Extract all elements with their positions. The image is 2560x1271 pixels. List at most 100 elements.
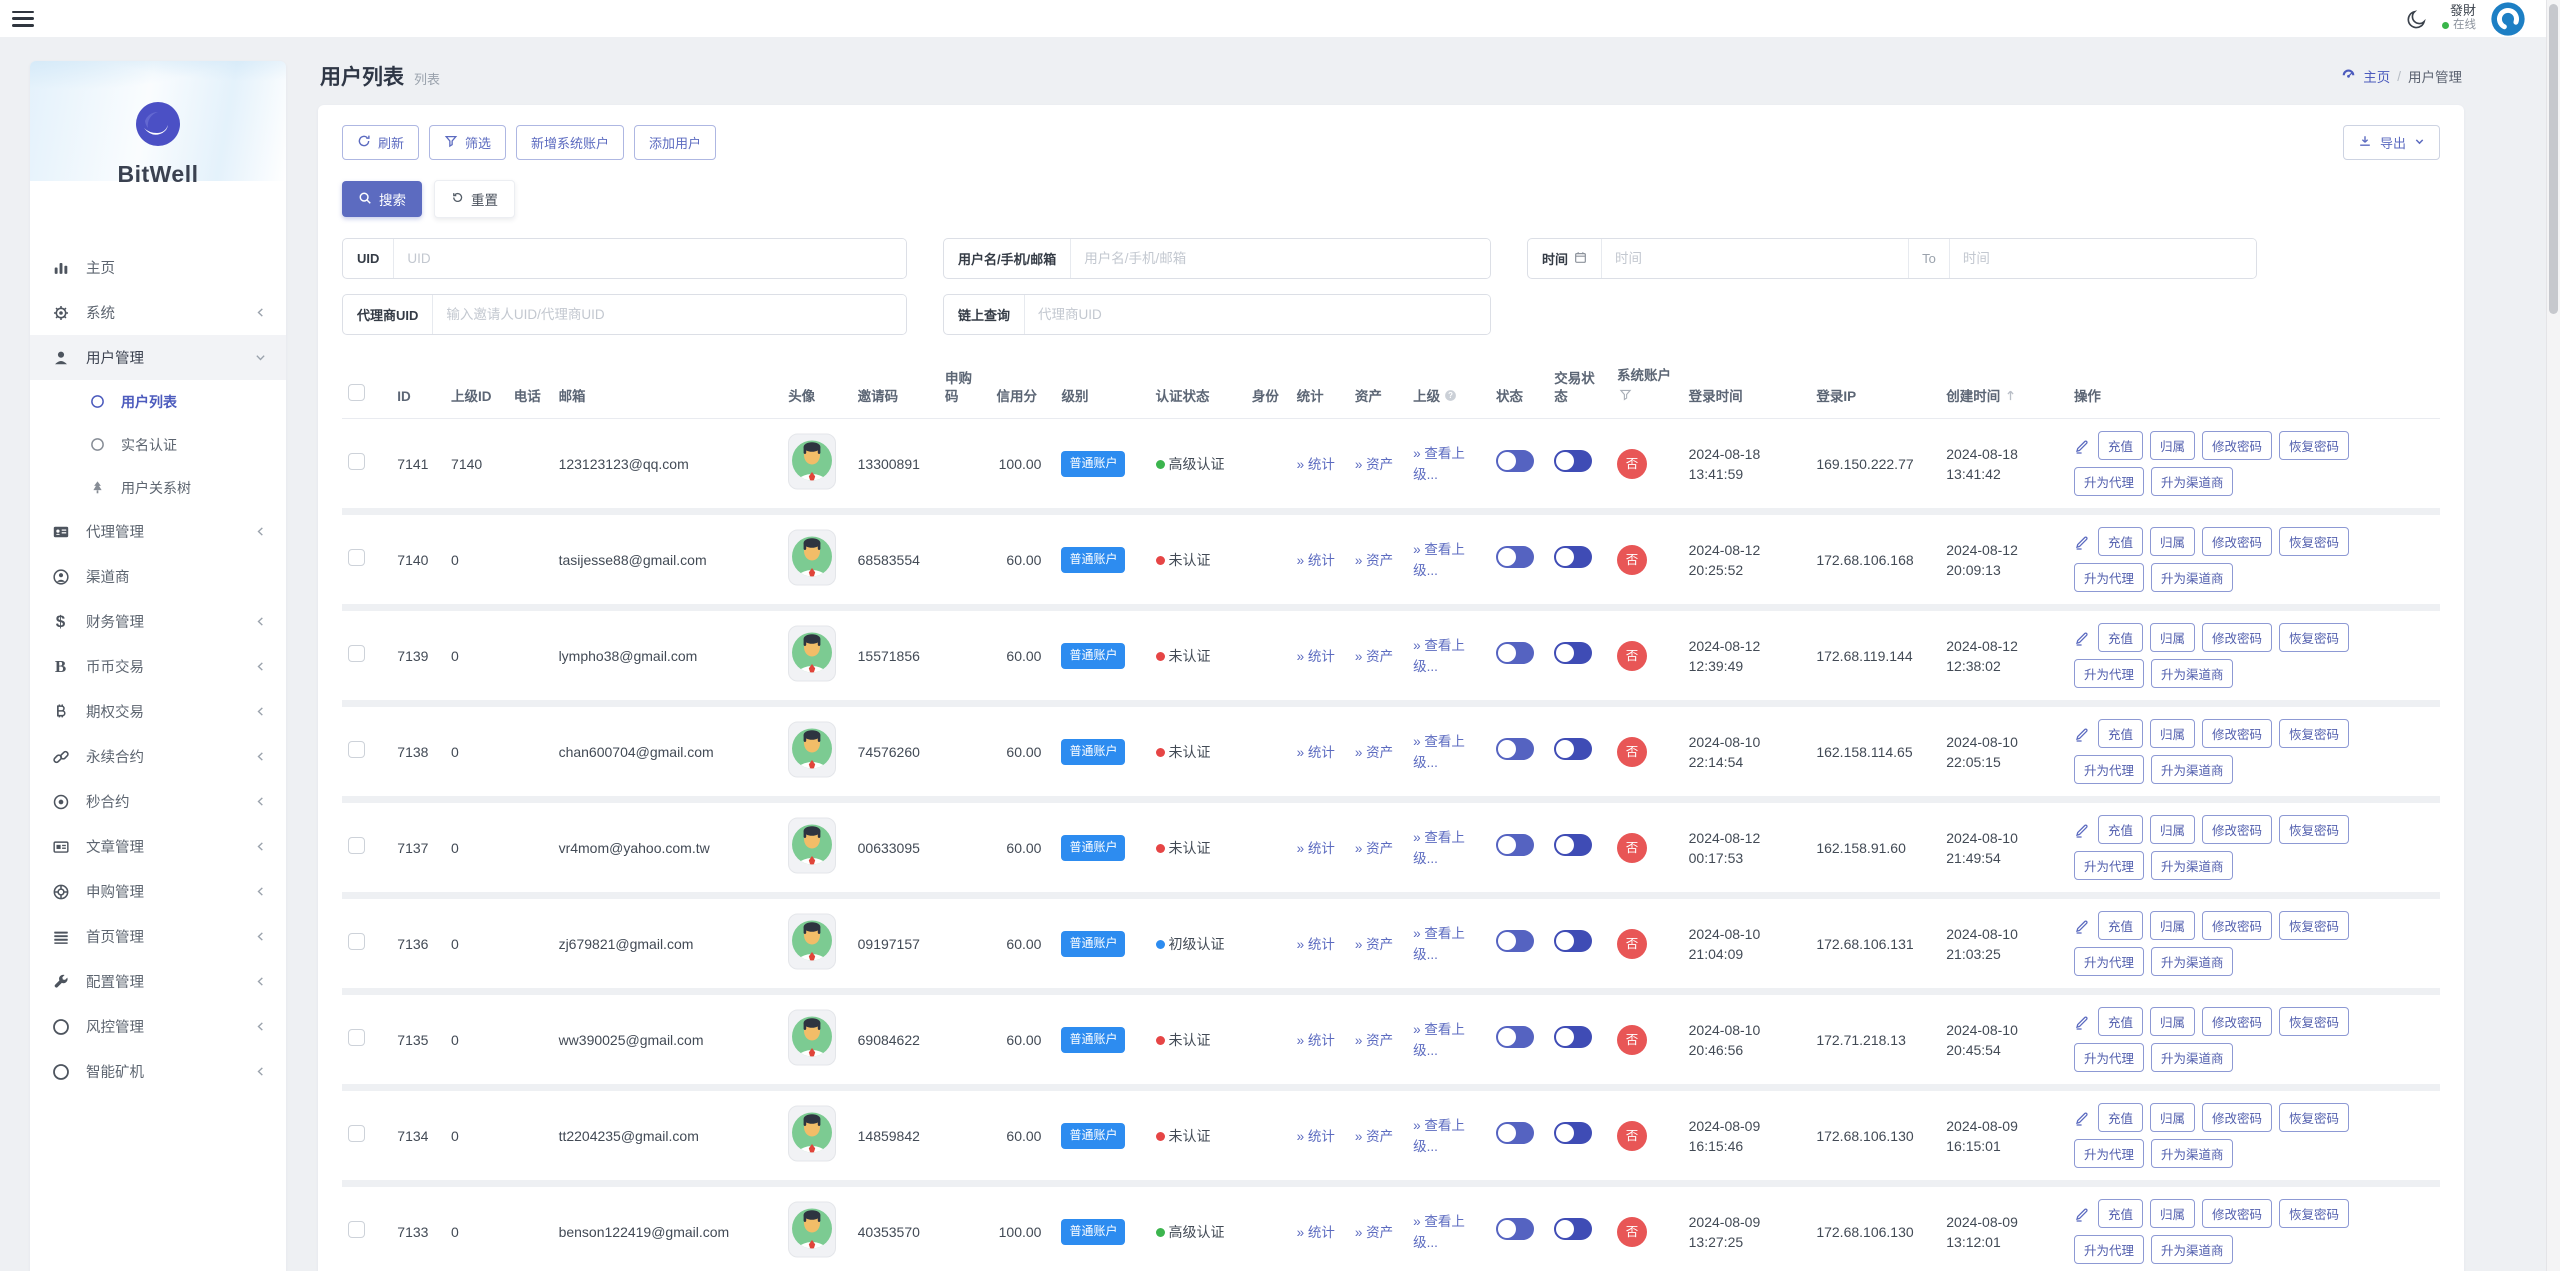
- stats-link[interactable]: » 统计: [1297, 745, 1335, 760]
- trade-status-toggle[interactable]: [1554, 450, 1593, 473]
- stats-link[interactable]: » 统计: [1297, 1033, 1335, 1048]
- sidebar-item[interactable]: 系统: [30, 290, 286, 335]
- action-button[interactable]: 充值: [2097, 1199, 2143, 1229]
- edit-icon[interactable]: [2074, 630, 2090, 646]
- sidebar-subitem[interactable]: 用户列表: [30, 380, 286, 423]
- action-button[interactable]: 归属: [2149, 1007, 2195, 1037]
- trade-status-toggle[interactable]: [1554, 1026, 1593, 1049]
- status-toggle[interactable]: [1496, 546, 1534, 569]
- action-button[interactable]: 归属: [2149, 911, 2195, 941]
- action-button[interactable]: 修改密码: [2201, 1103, 2272, 1133]
- action-button[interactable]: 升为代理: [2073, 563, 2144, 593]
- action-button[interactable]: 充值: [2097, 1007, 2143, 1037]
- assets-link[interactable]: » 资产: [1355, 745, 1393, 760]
- action-button[interactable]: 恢复密码: [2278, 623, 2349, 653]
- filter-icon[interactable]: [1619, 388, 1677, 406]
- sidebar-subitem[interactable]: 用户关系树: [30, 466, 286, 509]
- status-toggle[interactable]: [1496, 450, 1534, 473]
- uid-input[interactable]: [394, 239, 906, 278]
- trade-status-toggle[interactable]: [1554, 834, 1593, 857]
- action-button[interactable]: 恢复密码: [2278, 1103, 2349, 1133]
- row-checkbox[interactable]: [348, 1028, 365, 1046]
- action-button[interactable]: 充值: [2097, 527, 2143, 557]
- sidebar-item[interactable]: 首页管理: [30, 914, 286, 959]
- action-button[interactable]: 恢复密码: [2278, 719, 2349, 749]
- sidebar-item[interactable]: $ 财务管理: [30, 599, 286, 644]
- user-avatar[interactable]: [2490, 1, 2526, 37]
- status-toggle[interactable]: [1496, 1218, 1534, 1241]
- view-parent-link[interactable]: » 查看上级...: [1413, 446, 1465, 482]
- action-button[interactable]: 充值: [2097, 1103, 2143, 1133]
- onchain-input[interactable]: [1025, 295, 1490, 334]
- view-parent-link[interactable]: » 查看上级...: [1413, 734, 1465, 770]
- row-checkbox[interactable]: [348, 452, 365, 470]
- sidebar-item[interactable]: 永续合约: [30, 734, 286, 779]
- action-button[interactable]: 修改密码: [2201, 719, 2272, 749]
- action-button[interactable]: 升为渠道商: [2150, 1139, 2234, 1169]
- action-button[interactable]: 恢复密码: [2278, 431, 2349, 461]
- add-user-button[interactable]: 添加用户: [634, 125, 717, 160]
- status-toggle[interactable]: [1496, 642, 1534, 665]
- edit-icon[interactable]: [2074, 534, 2090, 550]
- action-button[interactable]: 升为代理: [2073, 659, 2144, 689]
- filter-button[interactable]: 筛选: [429, 125, 507, 160]
- action-button[interactable]: 修改密码: [2201, 1199, 2272, 1229]
- add-system-account-button[interactable]: 新增系统账户: [516, 125, 625, 160]
- action-button[interactable]: 修改密码: [2201, 911, 2272, 941]
- action-button[interactable]: 升为渠道商: [2150, 1043, 2234, 1073]
- action-button[interactable]: 归属: [2149, 527, 2195, 557]
- assets-link[interactable]: » 资产: [1355, 553, 1393, 568]
- action-button[interactable]: 归属: [2149, 1199, 2195, 1229]
- trade-status-toggle[interactable]: [1554, 738, 1593, 761]
- trade-status-toggle[interactable]: [1554, 930, 1593, 953]
- sidebar-item[interactable]: 秒合约: [30, 779, 286, 824]
- assets-link[interactable]: » 资产: [1355, 457, 1393, 472]
- action-button[interactable]: 归属: [2149, 1103, 2195, 1133]
- edit-icon[interactable]: [2074, 822, 2090, 838]
- assets-link[interactable]: » 资产: [1355, 649, 1393, 664]
- status-toggle[interactable]: [1496, 738, 1534, 761]
- action-button[interactable]: 归属: [2149, 623, 2195, 653]
- action-button[interactable]: 升为渠道商: [2150, 467, 2234, 497]
- action-button[interactable]: 升为渠道商: [2150, 563, 2234, 593]
- row-checkbox[interactable]: [348, 836, 365, 854]
- action-button[interactable]: 充值: [2097, 815, 2143, 845]
- stats-link[interactable]: » 统计: [1297, 553, 1335, 568]
- action-button[interactable]: 升为代理: [2073, 467, 2144, 497]
- page-scrollbar[interactable]: [2546, 0, 2560, 1271]
- edit-icon[interactable]: [2074, 1110, 2090, 1126]
- refresh-button[interactable]: 刷新: [342, 125, 420, 160]
- action-button[interactable]: 修改密码: [2201, 815, 2272, 845]
- time-start-input[interactable]: [1602, 239, 1909, 278]
- trade-status-toggle[interactable]: [1554, 642, 1593, 665]
- row-checkbox[interactable]: [348, 644, 365, 662]
- view-parent-link[interactable]: » 查看上级...: [1413, 1118, 1465, 1154]
- menu-toggle-icon[interactable]: [12, 10, 34, 27]
- time-end-input[interactable]: [1949, 239, 2256, 278]
- action-button[interactable]: 升为代理: [2073, 851, 2144, 881]
- action-button[interactable]: 升为代理: [2073, 1043, 2144, 1073]
- action-button[interactable]: 充值: [2097, 623, 2143, 653]
- action-button[interactable]: 恢复密码: [2278, 815, 2349, 845]
- action-button[interactable]: 升为渠道商: [2150, 659, 2234, 689]
- stats-link[interactable]: » 统计: [1297, 937, 1335, 952]
- status-toggle[interactable]: [1496, 834, 1534, 857]
- select-all-checkbox[interactable]: [348, 384, 365, 402]
- sidebar-item[interactable]: 智能矿机: [30, 1049, 286, 1094]
- action-button[interactable]: 充值: [2097, 431, 2143, 461]
- action-button[interactable]: 归属: [2149, 431, 2195, 461]
- action-button[interactable]: 修改密码: [2201, 1007, 2272, 1037]
- action-button[interactable]: 恢复密码: [2278, 1199, 2349, 1229]
- action-button[interactable]: 恢复密码: [2278, 527, 2349, 557]
- edit-icon[interactable]: [2074, 726, 2090, 742]
- view-parent-link[interactable]: » 查看上级...: [1413, 1022, 1465, 1058]
- row-checkbox[interactable]: [348, 740, 365, 758]
- action-button[interactable]: 修改密码: [2201, 623, 2272, 653]
- action-button[interactable]: 升为代理: [2073, 1235, 2144, 1265]
- row-checkbox[interactable]: [348, 932, 365, 950]
- sidebar-item[interactable]: 用户管理: [30, 335, 286, 380]
- assets-link[interactable]: » 资产: [1355, 1225, 1393, 1240]
- action-button[interactable]: 归属: [2149, 815, 2195, 845]
- edit-icon[interactable]: [2074, 1206, 2090, 1222]
- stats-link[interactable]: » 统计: [1297, 1225, 1335, 1240]
